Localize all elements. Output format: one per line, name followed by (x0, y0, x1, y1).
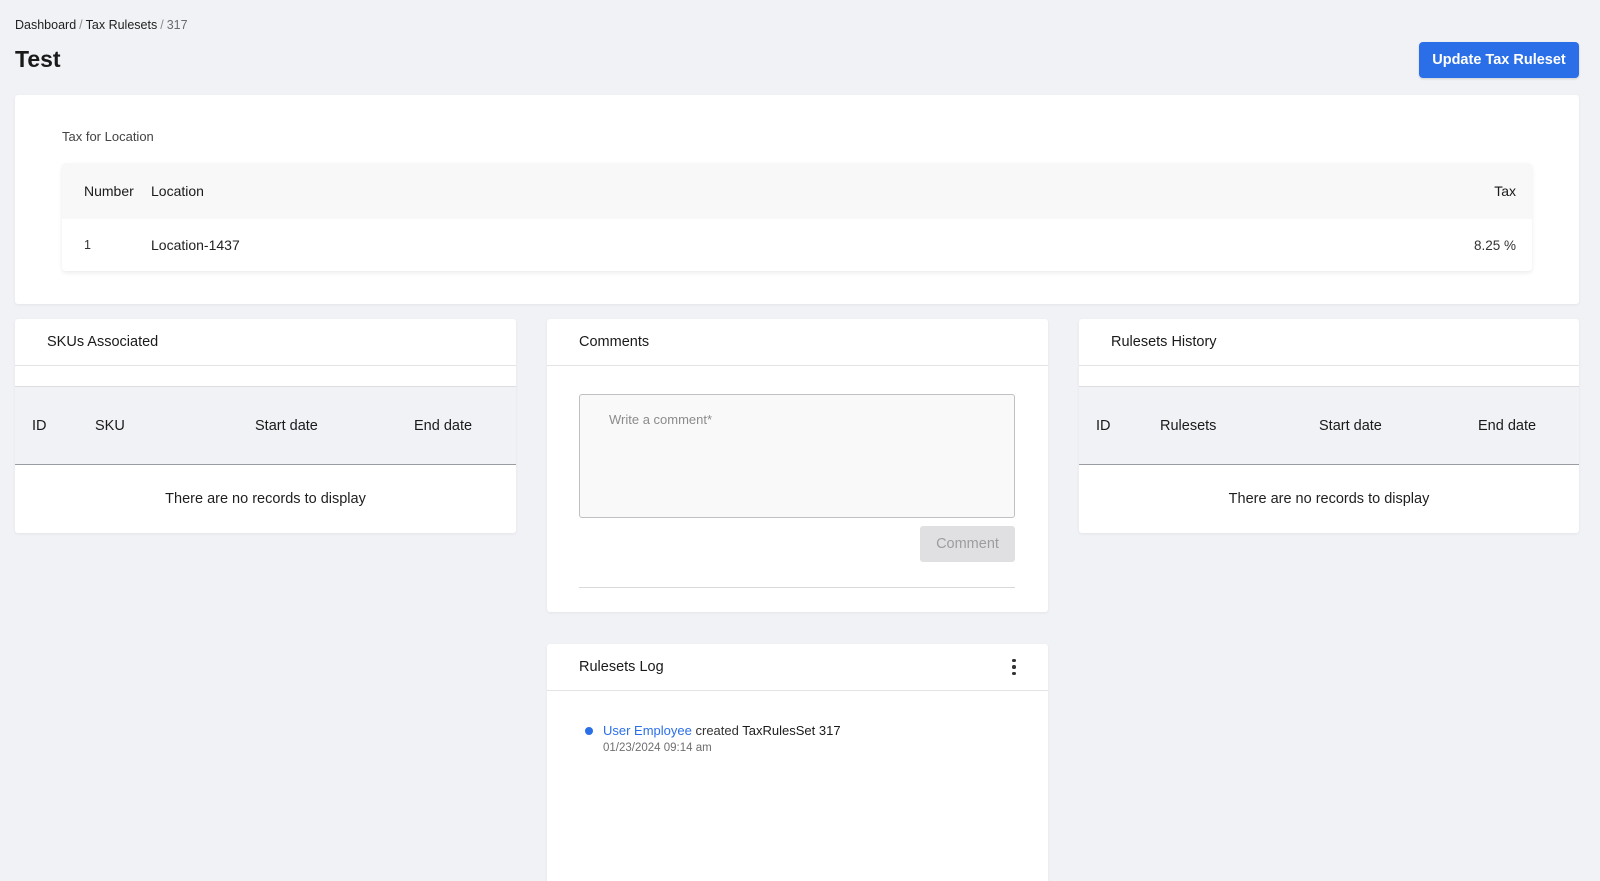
skus-empty-message: There are no records to display (165, 491, 366, 507)
breadcrumb-tax-rulesets[interactable]: Tax Rulesets (86, 18, 158, 32)
log-panel-header: Rulesets Log (547, 644, 1048, 691)
page-title: Test (15, 46, 61, 72)
log-action: created (695, 723, 739, 738)
column-header-id[interactable]: ID (32, 418, 47, 434)
log-bullet-icon (585, 727, 593, 735)
comments-panel-title: Comments (579, 334, 650, 350)
column-header-start-date[interactable]: Start date (255, 418, 318, 434)
rulesets-history-card: Rulesets History ID Rulesets Start date … (1079, 319, 1579, 533)
comments-panel-header: Comments (547, 319, 1048, 366)
more-options-icon[interactable] (1004, 655, 1024, 679)
update-tax-ruleset-button[interactable]: Update Tax Ruleset (1419, 42, 1579, 78)
column-header-number[interactable]: Number (62, 183, 151, 199)
history-panel-title: Rulesets History (1111, 334, 1217, 350)
skus-associated-card: SKUs Associated ID SKU Start date End da… (15, 319, 516, 533)
tax-location-table: Number Location Tax 1 Location-1437 8.25… (62, 163, 1532, 271)
column-header-start-date[interactable]: Start date (1319, 418, 1382, 434)
log-panel-title: Rulesets Log (579, 659, 664, 675)
comments-card: Comments Comment (547, 319, 1048, 612)
tax-for-location-card: Tax for Location Number Location Tax 1 L… (15, 95, 1579, 304)
comments-divider (579, 587, 1015, 588)
cell-tax: 8.25 % (1473, 237, 1516, 253)
log-object: TaxRulesSet 317 (742, 723, 841, 738)
table-row[interactable]: 1 Location-1437 8.25 % (62, 219, 1532, 271)
column-header-sku[interactable]: SKU (95, 418, 125, 434)
log-entry-text: User Employee created TaxRulesSet 317 (603, 723, 841, 738)
table-header-row: Number Location Tax (62, 163, 1532, 219)
column-header-end-date[interactable]: End date (1478, 418, 1536, 434)
comment-submit-button[interactable]: Comment (920, 526, 1015, 562)
breadcrumb-separator: / (160, 18, 164, 32)
log-user-link[interactable]: User Employee (603, 723, 692, 738)
log-entry: User Employee created TaxRulesSet 317 01… (585, 723, 841, 754)
breadcrumb-separator: / (79, 18, 83, 32)
skus-panel-title: SKUs Associated (47, 334, 159, 350)
cell-number: 1 (84, 238, 91, 252)
skus-table-header: ID SKU Start date End date (15, 386, 516, 465)
tax-for-location-label: Tax for Location (62, 129, 154, 144)
cell-location: Location-1437 (151, 237, 240, 253)
column-header-end-date[interactable]: End date (414, 418, 472, 434)
log-timestamp: 01/23/2024 09:14 am (603, 742, 712, 754)
breadcrumb-dashboard[interactable]: Dashboard (15, 18, 76, 32)
comment-input[interactable] (579, 394, 1015, 518)
column-header-tax[interactable]: Tax (1412, 183, 1532, 199)
breadcrumb: Dashboard / Tax Rulesets / 317 (15, 18, 188, 32)
skus-panel-header: SKUs Associated (15, 319, 516, 366)
column-header-rulesets[interactable]: Rulesets (1160, 418, 1216, 434)
column-header-id[interactable]: ID (1096, 418, 1111, 434)
breadcrumb-current: 317 (166, 18, 188, 32)
history-panel-header: Rulesets History (1079, 319, 1579, 366)
history-table-header: ID Rulesets Start date End date (1079, 386, 1579, 465)
history-empty-message: There are no records to display (1228, 491, 1430, 507)
column-header-location[interactable]: Location (151, 183, 1412, 199)
rulesets-log-card: Rulesets Log User Employee created TaxRu… (547, 644, 1048, 881)
